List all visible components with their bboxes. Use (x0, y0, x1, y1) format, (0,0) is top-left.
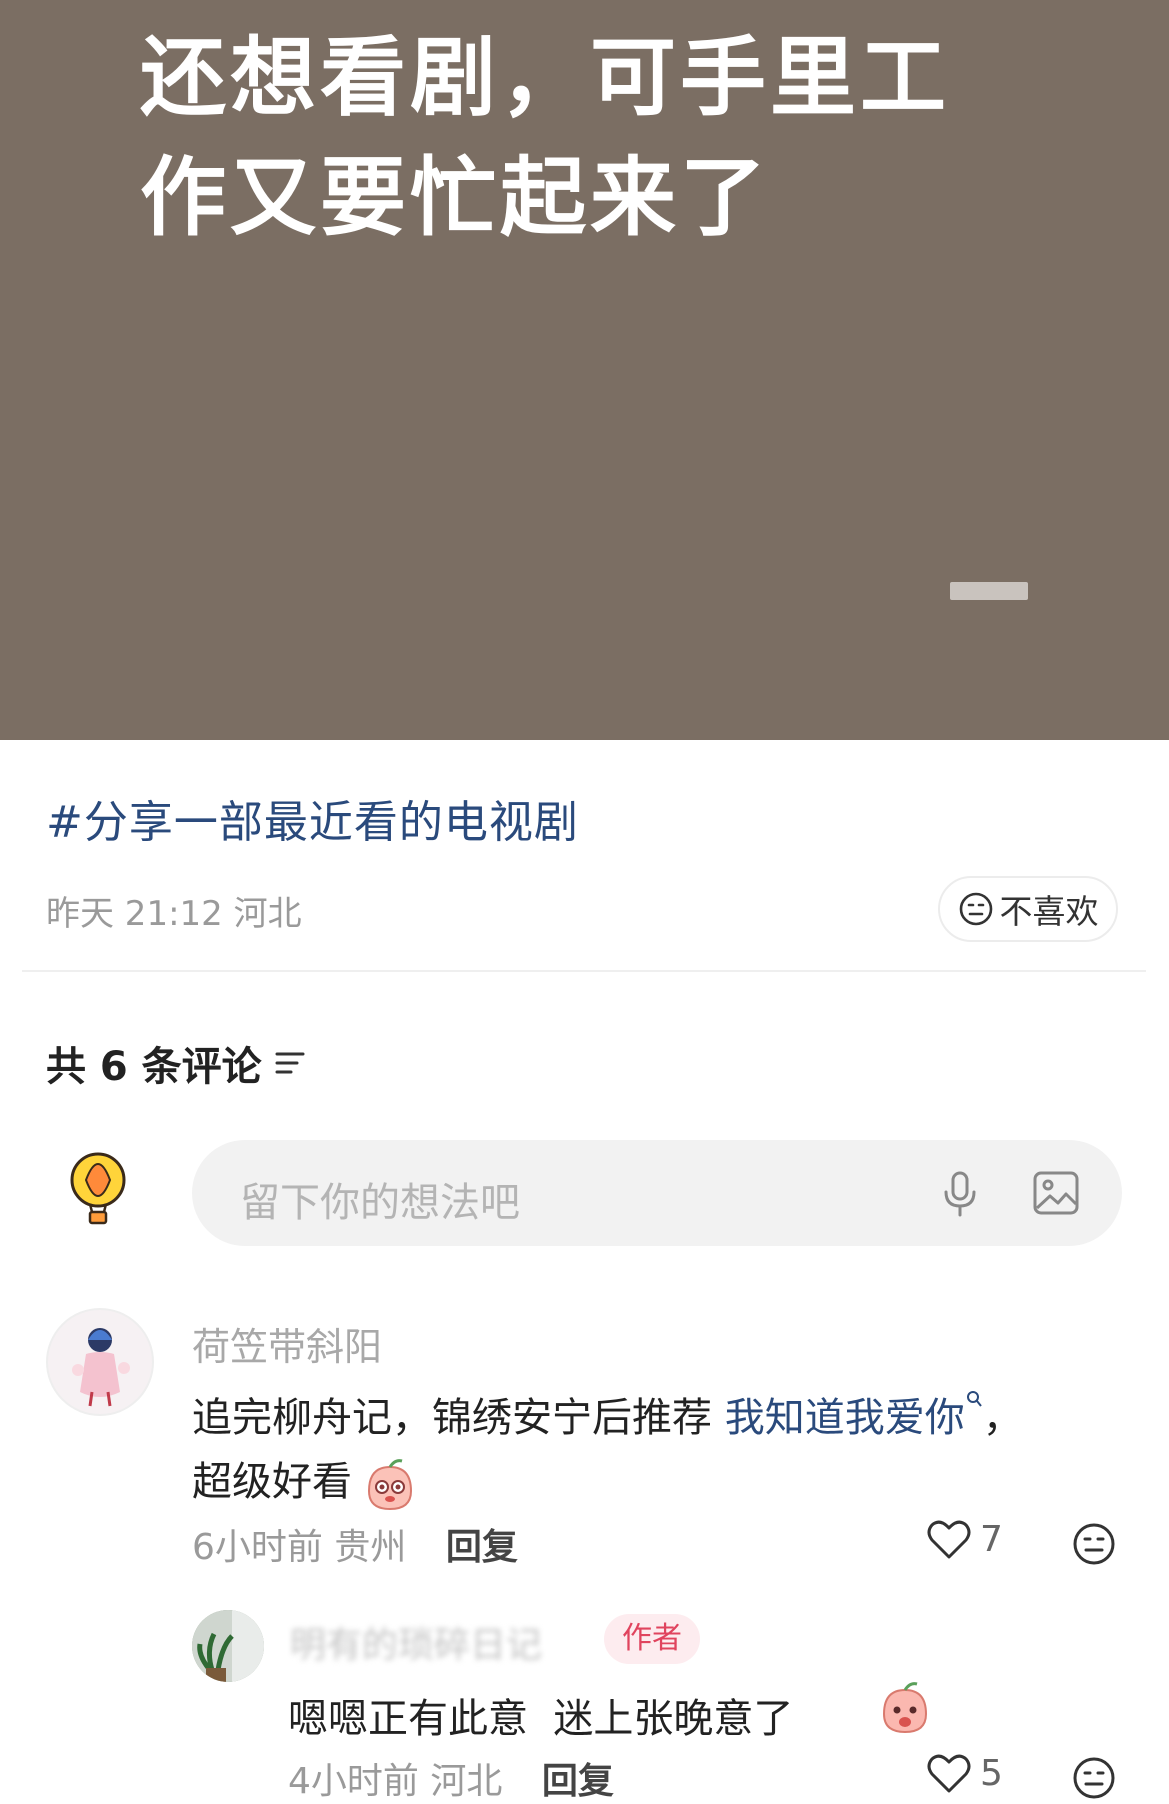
reply-button[interactable]: 回复 (542, 1761, 614, 1802)
comment-text: 追完柳舟记，锦绣安宁后推荐 我知道我爱你 ， 超级好看 (192, 1386, 1122, 1514)
comment-meta: 6小时前 贵州 回复 (192, 1518, 518, 1570)
comment-input-placeholder: 留下你的想法吧 (240, 1180, 520, 1226)
comment-count: 共 6 条评论 (46, 1044, 262, 1090)
like-count: 7 (980, 1518, 1003, 1560)
image-icon[interactable] (1032, 1170, 1080, 1216)
peach-emoji-icon (367, 1459, 412, 1511)
post-time: 昨天 21:12 (46, 894, 223, 934)
neutral-face-icon (959, 892, 992, 926)
post-image-text: 还想看剧，可手里工作又要忙起来了 (140, 28, 950, 248)
comment-author[interactable]: 荷笠带斜阳 (192, 1316, 382, 1371)
comment-text-part: 追完柳舟记，锦绣安宁后推荐 (192, 1395, 725, 1441)
comment-text-part: ， (982, 1395, 1023, 1441)
like-button[interactable]: 7 (926, 1518, 1003, 1560)
hot-air-balloon-icon (70, 1152, 126, 1225)
sort-lines-icon[interactable] (274, 1049, 306, 1077)
author-badge: 作者 (604, 1614, 700, 1664)
comment-author[interactable]: 明有的琐碎日记 (290, 1616, 542, 1668)
comment-time: 6小时前 (192, 1527, 323, 1568)
post-location: 河北 (233, 894, 302, 934)
comment-input[interactable]: 留下你的想法吧 (192, 1140, 1122, 1246)
avatar[interactable] (46, 1308, 154, 1416)
post-meta: 昨天 21:12 河北 (46, 886, 302, 935)
peach-emoji-icon (882, 1682, 928, 1734)
reply-button[interactable]: 回复 (446, 1527, 518, 1568)
avatar-plant-photo (192, 1610, 264, 1682)
comment-meta: 4小时前 河北 回复 (288, 1752, 614, 1804)
comment-time: 4小时前 (288, 1761, 419, 1802)
search-icon[interactable] (965, 1389, 983, 1409)
comment-text-part: 超级好看 (192, 1459, 352, 1505)
image-page-indicator (950, 582, 1028, 600)
divider (22, 970, 1146, 972)
like-button[interactable]: 5 (926, 1752, 1003, 1794)
dislike-label: 不喜欢 (999, 892, 1099, 931)
neutral-face-icon[interactable] (1072, 1756, 1116, 1800)
heart-outline-icon (927, 1520, 971, 1559)
post-topic-tag[interactable]: #分享一部最近看的电视剧 (46, 786, 579, 850)
comment-location: 河北 (430, 1761, 503, 1802)
comment-count-header: 共 6 条评论 (46, 1034, 306, 1092)
avatar[interactable] (192, 1610, 264, 1682)
dislike-button[interactable]: 不喜欢 (938, 876, 1118, 942)
comment-text: 嗯嗯正有此意 迷上张晚意了 (288, 1696, 794, 1742)
microphone-icon[interactable] (938, 1170, 982, 1218)
heart-outline-icon (927, 1754, 971, 1793)
avatar-illustration (72, 1328, 130, 1407)
neutral-face-icon[interactable] (1072, 1522, 1116, 1566)
post-image[interactable]: 还想看剧，可手里工作又要忙起来了 (0, 0, 1169, 740)
like-count: 5 (980, 1752, 1003, 1794)
search-link[interactable]: 我知道我爱你 (725, 1395, 965, 1441)
comment-location: 贵州 (334, 1527, 407, 1568)
